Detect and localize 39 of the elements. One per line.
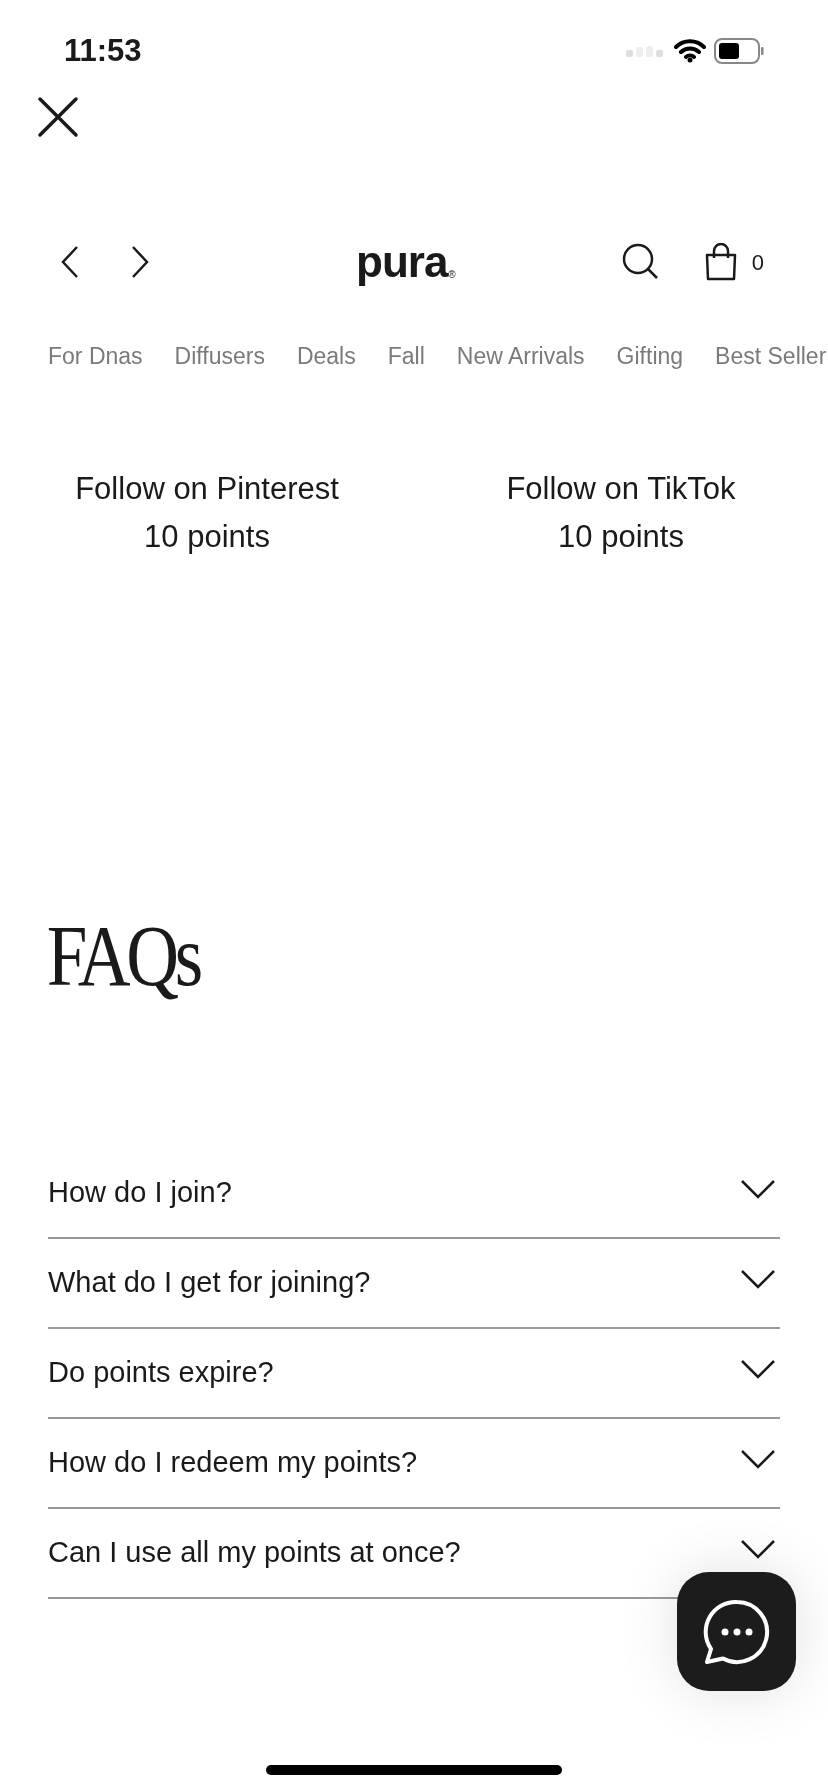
points-value: 10 points: [558, 519, 684, 555]
faq-item[interactable]: How do I join?: [48, 1149, 780, 1239]
signal-icon: [626, 45, 666, 57]
menu-link[interactable]: Fall: [387, 338, 425, 374]
follow-action-label[interactable]: Follow on TikTok: [506, 471, 736, 507]
chevron-down-icon: [740, 1179, 776, 1199]
cart-count: 0: [751, 248, 764, 277]
wifi-icon: [674, 39, 706, 63]
menu-link[interactable]: Diffusers: [174, 338, 265, 374]
chevron-down-icon: [740, 1359, 776, 1379]
cart-button[interactable]: [703, 243, 738, 281]
next-button[interactable]: [130, 245, 150, 279]
logo[interactable]: pura: [356, 240, 448, 284]
close-button[interactable]: [37, 96, 79, 138]
previous-button[interactable]: [60, 245, 80, 279]
faq-question: Can I use all my points at once?: [48, 1535, 461, 1571]
search-button[interactable]: [621, 243, 660, 281]
chevron-down-icon: [740, 1269, 776, 1289]
faq-question: How do I join?: [48, 1175, 232, 1211]
chevron-down-icon: [740, 1539, 776, 1559]
points-value: 10 points: [144, 519, 270, 555]
status-time: 11:53: [64, 31, 142, 70]
faq-item[interactable]: How do I redeem my points?: [48, 1419, 780, 1509]
faq-item[interactable]: Do points expire?: [48, 1329, 780, 1419]
menu-link[interactable]: Deals: [296, 338, 356, 374]
menu-link[interactable]: New Arrivals: [456, 338, 585, 374]
faq-question: Do points expire?: [48, 1355, 274, 1391]
menu-link[interactable]: For Dnas: [48, 338, 143, 374]
menu-link[interactable]: Gifting: [616, 338, 684, 374]
chevron-down-icon: [740, 1449, 776, 1469]
registered-mark: ®: [448, 269, 456, 280]
chat-button[interactable]: [677, 1572, 796, 1691]
menu-link[interactable]: Best Seller: [715, 338, 827, 374]
faq-question: How do I redeem my points?: [48, 1445, 418, 1481]
faq-title: FAQs: [45, 913, 201, 999]
follow-action-label[interactable]: Follow on Pinterest: [75, 471, 339, 507]
faq-question: What do I get for joining?: [48, 1265, 371, 1301]
faq-item[interactable]: What do I get for joining?: [48, 1239, 780, 1329]
battery-icon: [714, 38, 764, 64]
